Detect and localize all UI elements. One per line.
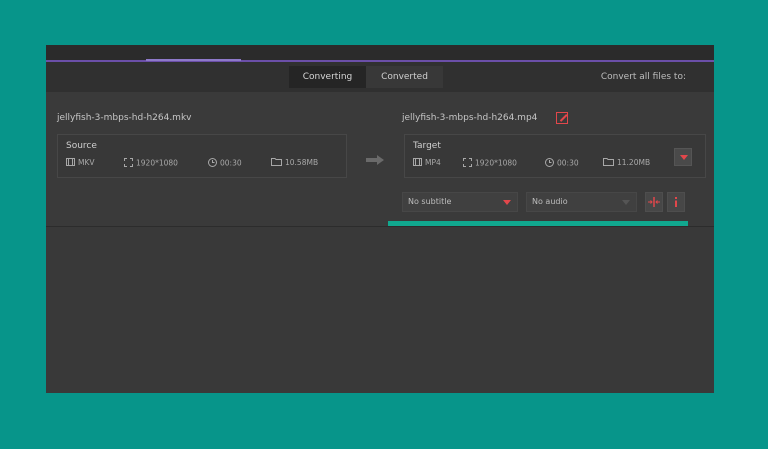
clock-icon (545, 158, 554, 169)
source-size-value: 10.58MB (285, 158, 319, 167)
target-title: Target (413, 141, 441, 151)
target-duration: 00:30 (545, 158, 579, 169)
source-duration: 00:30 (208, 158, 242, 169)
folder-icon (603, 158, 614, 168)
source-duration-value: 00:30 (220, 158, 242, 168)
tab-converted[interactable]: Converted (366, 66, 443, 88)
target-filename: jellyfish-3-mbps-hd-h264.mp4 (402, 113, 538, 123)
clock-icon (208, 158, 217, 169)
target-format-dropdown-button[interactable] (674, 148, 692, 166)
source-resolution: 1920*1080 (124, 158, 178, 169)
info-button[interactable] (667, 192, 685, 212)
target-duration-value: 00:30 (557, 158, 579, 168)
target-card: Target MP4 1920*1080 00:30 11.20MB (404, 134, 706, 178)
chevron-down-icon (503, 200, 511, 205)
tab-bar: Converting Converted Convert all files t… (46, 62, 714, 92)
subtitle-select[interactable]: No subtitle (402, 192, 518, 212)
empty-list-area (46, 227, 714, 393)
source-format: MKV (66, 158, 95, 168)
source-format-value: MKV (78, 158, 95, 167)
target-format-value: MP4 (425, 158, 441, 167)
source-card: Source MKV 1920*1080 00:30 10.58MB (57, 134, 347, 178)
source-size: 10.58MB (271, 158, 318, 168)
audio-select[interactable]: No audio (526, 192, 637, 212)
tab-converting[interactable]: Converting (289, 66, 366, 88)
chevron-down-icon (622, 200, 630, 205)
film-icon (413, 158, 422, 168)
convert-all-label: Convert all files to: (600, 72, 686, 82)
film-icon (66, 158, 75, 168)
info-icon (675, 197, 677, 207)
audio-select-value: No audio (532, 197, 568, 206)
resolution-icon (124, 158, 133, 169)
convert-arrow-icon (366, 153, 384, 169)
split-button[interactable] (645, 192, 663, 212)
target-format: MP4 (413, 158, 441, 168)
source-filename: jellyfish-3-mbps-hd-h264.mkv (57, 113, 192, 123)
edit-icon[interactable] (556, 112, 568, 124)
source-title: Source (66, 141, 97, 151)
folder-icon (271, 158, 282, 168)
header-progress-highlight (146, 59, 241, 61)
target-resolution: 1920*1080 (463, 158, 517, 169)
source-resolution-value: 1920*1080 (136, 158, 178, 168)
target-size-value: 11.20MB (617, 158, 651, 167)
target-size: 11.20MB (603, 158, 650, 168)
target-resolution-value: 1920*1080 (475, 158, 517, 168)
converter-window: Converting Converted Convert all files t… (46, 45, 714, 393)
resolution-icon (463, 158, 472, 169)
subtitle-select-value: No subtitle (408, 197, 452, 206)
